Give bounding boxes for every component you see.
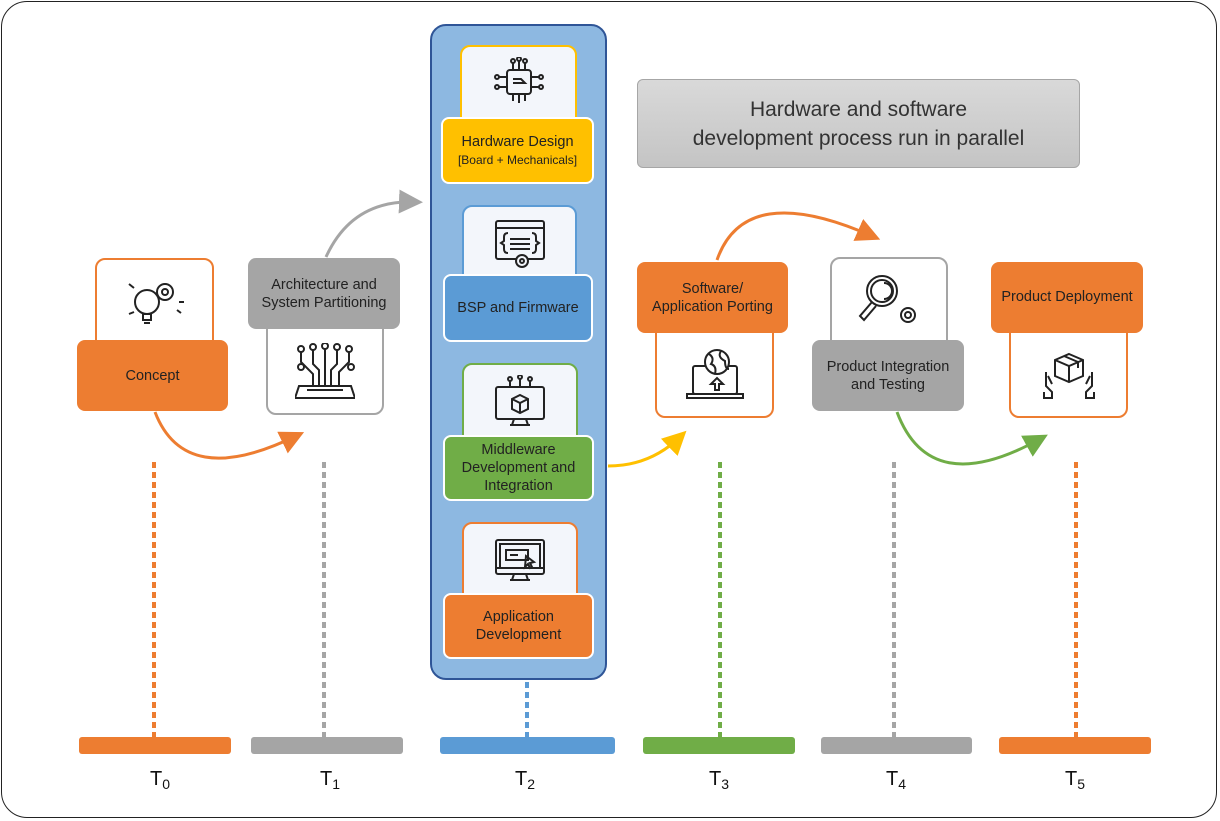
- hands-box-icon: [1042, 352, 1095, 399]
- arrow-integration-to-deployment: [895, 411, 1048, 466]
- timeline-label-t4: T4: [885, 768, 906, 792]
- deployment-icon-box: [1009, 320, 1128, 418]
- architecture-label-line2: System Partitioning: [261, 294, 387, 311]
- application-label-line2: Development: [475, 627, 562, 643]
- laptop-globe-upload-icon: [685, 349, 744, 399]
- lightbulb-gears-icon: [127, 283, 184, 324]
- porting-icon-box: [655, 321, 774, 418]
- integration-label-line2: and Testing: [851, 376, 925, 393]
- chip-icon: [493, 57, 544, 103]
- integration-label-line1: Product Integration: [826, 358, 950, 375]
- porting-stage: Software/ Application Porting: [637, 262, 788, 333]
- timeline-label-t0: T0: [149, 768, 170, 792]
- hardware-label-line2: [Board + Mechanicals]: [457, 152, 578, 167]
- timeline-label-t5: T5: [1064, 768, 1085, 792]
- middleware-label-line2: Development and: [461, 460, 576, 476]
- monitor-cube-icon: [495, 375, 545, 426]
- deployment-stage: Product Deployment: [991, 262, 1143, 333]
- timeline-bar-t4: [821, 737, 972, 754]
- magnifier-gear-icon: [858, 275, 916, 323]
- monitor-cursor-icon: [495, 539, 545, 581]
- arrow-porting-to-integration: [715, 211, 881, 261]
- middleware-stage: Middleware Development and Integration: [443, 435, 594, 501]
- arrow-concept-to-architecture: [153, 411, 305, 460]
- timeline-bar-t0: [79, 737, 231, 754]
- timeline-label-t2: T2: [514, 768, 535, 792]
- architecture-stage: Architecture and System Partitioning: [248, 258, 400, 329]
- application-label-line1: Application: [483, 609, 554, 625]
- timeline-bar-t3: [643, 737, 795, 754]
- porting-label-line2: Application Porting: [652, 298, 773, 315]
- middleware-label-line1: Middleware: [481, 442, 556, 458]
- concept-stage: Concept: [77, 340, 228, 411]
- architecture-label-line1: Architecture and: [271, 276, 377, 293]
- timeline-bar-t1: [251, 737, 403, 754]
- bsp-firmware-stage: BSP and Firmware: [443, 274, 593, 342]
- middleware-label-line3: Integration: [484, 478, 553, 494]
- architecture-icon-box: [266, 318, 384, 415]
- timeline-label-t1: T1: [319, 768, 340, 792]
- porting-label-line1: Software/: [681, 280, 744, 297]
- code-window-gear-icon: [494, 220, 545, 268]
- bsp-icon-box: [462, 205, 577, 285]
- circuit-board-icon: [295, 343, 355, 399]
- concept-label: Concept: [125, 367, 180, 384]
- integration-testing-stage: Product Integration and Testing: [812, 340, 964, 411]
- arrow-middleware-to-porting: [607, 430, 687, 468]
- title-line2: development process run in parallel: [692, 126, 1025, 150]
- timeline-bar-t5: [999, 737, 1151, 754]
- timeline-label-t3: T3: [708, 768, 729, 792]
- application-development-stage: Application Development: [443, 593, 594, 659]
- timeline-bar-t2: [440, 737, 615, 754]
- deployment-label: Product Deployment: [1001, 289, 1133, 305]
- bsp-label: BSP and Firmware: [457, 300, 579, 316]
- hardware-label-line1: Hardware Design: [461, 133, 574, 150]
- arrow-architecture-to-hardware: [324, 189, 423, 258]
- title-line1: Hardware and software: [749, 97, 968, 121]
- hardware-design-stage: Hardware Design [Board + Mechanicals]: [441, 117, 594, 184]
- diagram-title: Hardware and software development proces…: [637, 79, 1080, 168]
